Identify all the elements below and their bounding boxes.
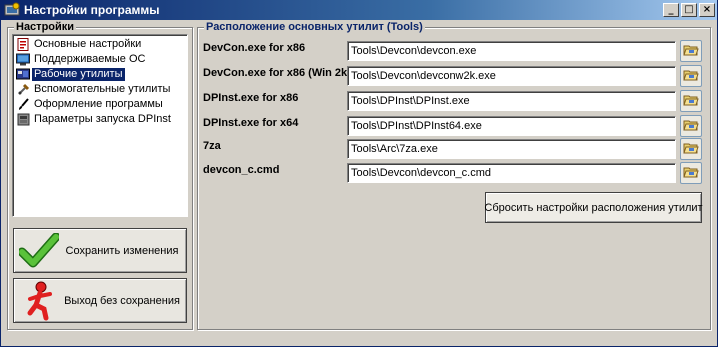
folder-open-icon bbox=[683, 68, 699, 85]
tree-item-auxiliary-utilities[interactable]: Вспомогательные утилиты bbox=[16, 82, 187, 97]
devcon-c-cmd-browse-button[interactable] bbox=[680, 162, 702, 184]
tree-item-program-appearance[interactable]: Оформление программы bbox=[16, 97, 187, 112]
reset-tools-location-button[interactable]: Сбросить настройки расположения утилит bbox=[484, 192, 703, 223]
os-icon bbox=[16, 53, 30, 67]
devcon-x86-field[interactable]: Tools\Devcon\devcon.exe bbox=[347, 41, 676, 61]
dpinst-x64-label: DPInst.exe for x64 bbox=[203, 117, 299, 129]
dpinst-x64-field[interactable]: Tools\DPInst\DPInst64.exe bbox=[347, 116, 676, 136]
dpinst-x86-label: DPInst.exe for x86 bbox=[203, 92, 299, 104]
tree-item-label: Оформление программы bbox=[34, 98, 163, 110]
settings-group: Настройки Основные настройки Поддерживае… bbox=[7, 21, 193, 330]
settings-doc-icon bbox=[16, 38, 30, 52]
devcon-x86-label: DevCon.exe for x86 bbox=[203, 42, 306, 54]
app-icon bbox=[4, 2, 20, 18]
tools-location-group: Расположение основных утилит (Tools) Dev… bbox=[197, 21, 711, 330]
running-man-icon bbox=[14, 279, 64, 323]
devcon-x86-win2k-browse-button[interactable] bbox=[680, 65, 702, 87]
settings-window: Настройки программы _ □ × Настройки Осно… bbox=[0, 0, 718, 347]
tree-item-label: Поддерживаемые ОС bbox=[34, 53, 146, 65]
devcon-c-cmd-field[interactable]: Tools\Devcon\devcon_c.cmd bbox=[347, 163, 676, 183]
settings-group-label: Настройки bbox=[14, 21, 77, 33]
tree-item-label: Основные настройки bbox=[34, 38, 142, 50]
title-bar[interactable]: Настройки программы _ □ × bbox=[1, 0, 717, 20]
brush-icon bbox=[16, 98, 30, 112]
utilities-icon bbox=[16, 68, 30, 82]
folder-open-icon bbox=[683, 93, 699, 110]
exit-without-saving-label: Выход без сохранения bbox=[64, 294, 180, 307]
tree-item-label: Вспомогательные утилиты bbox=[34, 83, 171, 95]
7za-field[interactable]: Tools\Arc\7za.exe bbox=[347, 139, 676, 159]
window-title: Настройки программы bbox=[24, 3, 160, 17]
tools-location-group-label: Расположение основных утилит (Tools) bbox=[204, 21, 425, 33]
dpinst-x64-browse-button[interactable] bbox=[680, 115, 702, 137]
launch-params-icon bbox=[16, 113, 30, 127]
folder-open-icon bbox=[683, 141, 699, 158]
folder-open-icon bbox=[683, 43, 699, 60]
devcon-c-cmd-label: devcon_c.cmd bbox=[203, 164, 280, 176]
save-changes-button[interactable]: Сохранить изменения bbox=[13, 228, 187, 273]
devcon-x86-win2k-label: DevCon.exe for x86 (Win 2k) bbox=[203, 67, 351, 79]
tree-item-dpinst-params[interactable]: Параметры запуска DPInst bbox=[16, 112, 187, 127]
tree-item-working-utilities[interactable]: Рабочие утилиты bbox=[16, 67, 187, 82]
dpinst-x86-browse-button[interactable] bbox=[680, 90, 702, 112]
tree-item-main-settings[interactable]: Основные настройки bbox=[16, 37, 187, 52]
minimize-button[interactable]: _ bbox=[663, 3, 679, 17]
folder-open-icon bbox=[683, 118, 699, 135]
devcon-x86-browse-button[interactable] bbox=[680, 40, 702, 62]
tree-item-supported-os[interactable]: Поддерживаемые ОС bbox=[16, 52, 187, 67]
7za-browse-button[interactable] bbox=[680, 138, 702, 160]
7za-label: 7za bbox=[203, 140, 221, 152]
checkmark-icon bbox=[14, 229, 64, 273]
exit-without-saving-button[interactable]: Выход без сохранения bbox=[13, 278, 187, 323]
dpinst-x86-field[interactable]: Tools\DPInst\DPInst.exe bbox=[347, 91, 676, 111]
tree-item-label: Параметры запуска DPInst bbox=[34, 113, 171, 125]
save-changes-label: Сохранить изменения bbox=[65, 244, 179, 257]
maximize-button[interactable]: □ bbox=[681, 3, 697, 17]
tree-item-label: Рабочие утилиты bbox=[32, 68, 125, 81]
folder-open-icon bbox=[683, 165, 699, 182]
close-button[interactable]: × bbox=[699, 3, 715, 17]
tools-icon bbox=[16, 83, 30, 97]
devcon-x86-win2k-field[interactable]: Tools\Devcon\devconw2k.exe bbox=[347, 66, 676, 86]
settings-tree[interactable]: Основные настройки Поддерживаемые ОС Раб… bbox=[12, 34, 188, 217]
